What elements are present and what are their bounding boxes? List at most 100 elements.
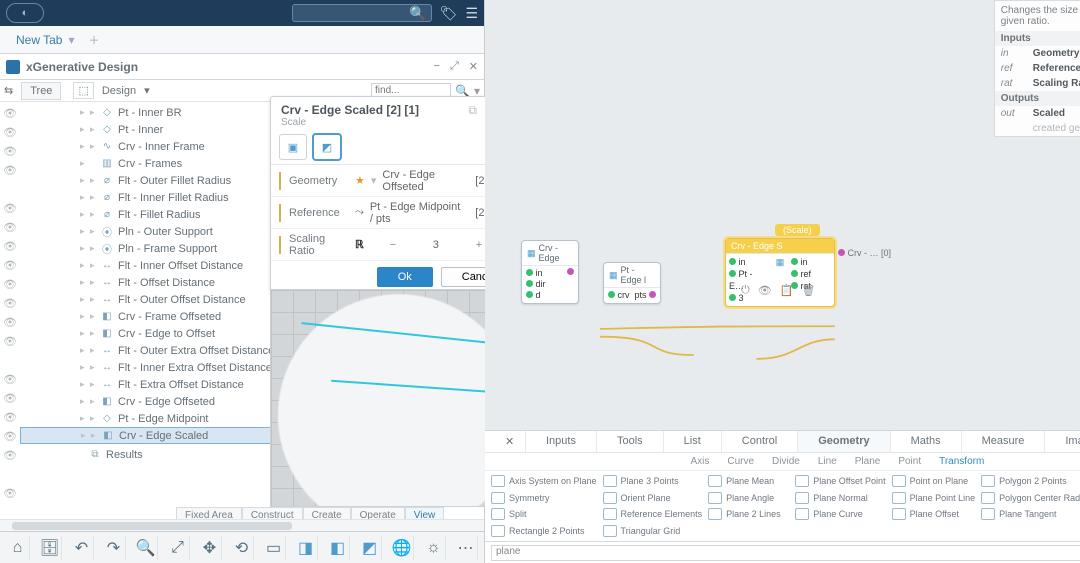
catalog-item[interactable]: Plane Normal: [795, 491, 885, 506]
minus-button[interactable]: −: [372, 239, 414, 251]
catalog-tab[interactable]: Inputs: [526, 431, 597, 452]
fit-icon[interactable]: ⤢: [166, 536, 190, 560]
delete-icon[interactable]: 🗑: [801, 284, 815, 297]
catalog-subtab-active[interactable]: Transform: [939, 456, 984, 467]
ok-button[interactable]: Ok: [377, 267, 433, 287]
catalog-search-input[interactable]: plane: [491, 545, 1080, 561]
eye-icon[interactable]: 👁: [0, 163, 20, 179]
light-icon[interactable]: ☼: [422, 536, 446, 560]
eye-icon[interactable]: 👁: [0, 258, 20, 274]
scope-icon[interactable]: ⬚: [73, 82, 93, 99]
catalog-item[interactable]: Plane Point Line: [892, 491, 976, 506]
catalog-item[interactable]: Symmetry: [491, 491, 597, 506]
zoom-icon[interactable]: 🔍: [134, 536, 158, 560]
eye-icon[interactable]: 👁: [0, 334, 20, 350]
eye-icon[interactable]: 👁: [0, 201, 20, 217]
catalog-item[interactable]: Plane 3 Points: [603, 474, 703, 489]
eye-icon[interactable]: 👁: [0, 448, 20, 464]
ratio-value[interactable]: 3: [422, 239, 450, 251]
catalog-item[interactable]: Point on Plane: [892, 474, 976, 489]
graph-node[interactable]: ▦Crv - Edge in dir d: [521, 240, 579, 304]
eye-icon[interactable]: 👁: [0, 296, 20, 312]
node-graph-canvas[interactable]: ▦Crv - Edge in dir d ▦Pt - Edge l crv pt…: [485, 0, 1080, 430]
eye-icon[interactable]: 👁: [0, 106, 20, 122]
pan-icon[interactable]: ✥: [198, 536, 222, 560]
global-search[interactable]: 🔍: [292, 4, 432, 22]
catalog-tab-active[interactable]: Geometry: [798, 431, 890, 452]
catalog-item[interactable]: Triangular Grid: [603, 524, 703, 539]
add-tab-icon[interactable]: ＋: [89, 32, 100, 48]
catalog-tab[interactable]: Images: [1045, 431, 1080, 452]
minimize-icon[interactable]: −: [434, 60, 440, 73]
dots-icon[interactable]: ⋯: [454, 536, 478, 560]
catalog-subtab[interactable]: Curve: [727, 456, 754, 467]
catalog-subtab[interactable]: Axis: [690, 456, 709, 467]
catalog-item[interactable]: Polygon Center Radius: [981, 491, 1080, 506]
link-icon[interactable]: ⧉: [468, 103, 477, 120]
catalog-item[interactable]: Plane Offset: [892, 507, 976, 522]
catalog-item[interactable]: Plane Mean: [708, 474, 789, 489]
close-catalog-icon[interactable]: ✕: [485, 431, 526, 452]
catalog-subtab[interactable]: Plane: [855, 456, 881, 467]
copy-icon[interactable]: 📋: [780, 284, 794, 297]
catalog-item[interactable]: Orient Plane: [603, 491, 703, 506]
scope-label[interactable]: Design: [102, 85, 136, 97]
undo-icon[interactable]: ↶: [70, 536, 94, 560]
catalog-tab[interactable]: Maths: [891, 431, 962, 452]
app-logo[interactable]: ◐: [6, 3, 44, 23]
catalog-item[interactable]: Axis System on Plane: [491, 474, 597, 489]
eye-icon[interactable]: 👁: [758, 284, 772, 297]
catalog-subtab[interactable]: Divide: [772, 456, 800, 467]
tool-icon-b[interactable]: ◩: [313, 134, 341, 160]
eye-icon[interactable]: 👁: [0, 486, 20, 502]
catalog-item[interactable]: Polygon 2 Points: [981, 474, 1080, 489]
tree-toggle-icon[interactable]: ⇆: [4, 84, 13, 97]
catalog-item[interactable]: Plane Tangent: [981, 507, 1080, 522]
eye-icon[interactable]: 👁: [0, 410, 20, 426]
catalog-item[interactable]: Split: [491, 507, 597, 522]
cube-icon[interactable]: ◨: [294, 536, 318, 560]
eye-icon[interactable]: 👁: [0, 372, 20, 388]
catalog-item[interactable]: Rectangle 2 Points: [491, 524, 597, 539]
redo-icon[interactable]: ↷: [102, 536, 126, 560]
catalog-tab[interactable]: Tools: [597, 431, 664, 452]
eye-icon[interactable]: 👁: [0, 144, 20, 160]
cube3-icon[interactable]: ◩: [358, 536, 382, 560]
op-icon: [491, 508, 505, 520]
app-titlebar: ◐ 🔍 🏷 ☰: [0, 0, 484, 26]
catalog-item[interactable]: Plane Angle: [708, 491, 789, 506]
eye-icon[interactable]: 👁: [0, 315, 20, 331]
catalog-item[interactable]: Plane 2 Lines: [708, 507, 789, 522]
tab-new[interactable]: New Tab ▾: [16, 33, 75, 47]
catalog-subtab[interactable]: Line: [818, 456, 837, 467]
power-icon[interactable]: ⏻: [741, 284, 750, 297]
catalog-item[interactable]: Plane Curve: [795, 507, 885, 522]
select-icon[interactable]: ▭: [262, 536, 286, 560]
rotate-icon[interactable]: ⟲: [230, 536, 254, 560]
catalog-tab[interactable]: Measure: [962, 431, 1046, 452]
tool-icon-a[interactable]: ▣: [279, 134, 307, 160]
h-scrollbar[interactable]: [0, 519, 484, 531]
eye-icon[interactable]: 👁: [0, 220, 20, 236]
catalog-item[interactable]: Reference Elements: [603, 507, 703, 522]
home-icon[interactable]: ⌂: [6, 536, 30, 560]
eye-icon[interactable]: 👁: [0, 277, 20, 293]
db-icon[interactable]: 🗄: [38, 536, 62, 560]
eye-icon[interactable]: 👁: [0, 125, 20, 141]
close-icon[interactable]: ✕: [469, 60, 478, 73]
star-icon[interactable]: ★: [355, 174, 365, 187]
catalog-subtab[interactable]: Point: [898, 456, 921, 467]
catalog-tab[interactable]: List: [664, 431, 722, 452]
tab-tree[interactable]: Tree: [21, 82, 61, 100]
catalog-tab[interactable]: Control: [722, 431, 798, 452]
collapse-icon[interactable]: ⤢: [450, 60, 459, 73]
graph-node[interactable]: ▦Pt - Edge l crv pts: [603, 262, 661, 304]
tag-icon[interactable]: 🏷: [440, 5, 458, 22]
catalog-item[interactable]: Plane Offset Point: [795, 474, 885, 489]
eye-icon[interactable]: 👁: [0, 239, 20, 255]
eye-icon[interactable]: 👁: [0, 429, 20, 445]
cube2-icon[interactable]: ◧: [326, 536, 350, 560]
globe-icon[interactable]: 🌐: [390, 536, 414, 560]
menu-icon[interactable]: ☰: [465, 5, 478, 22]
eye-icon[interactable]: 👁: [0, 391, 20, 407]
